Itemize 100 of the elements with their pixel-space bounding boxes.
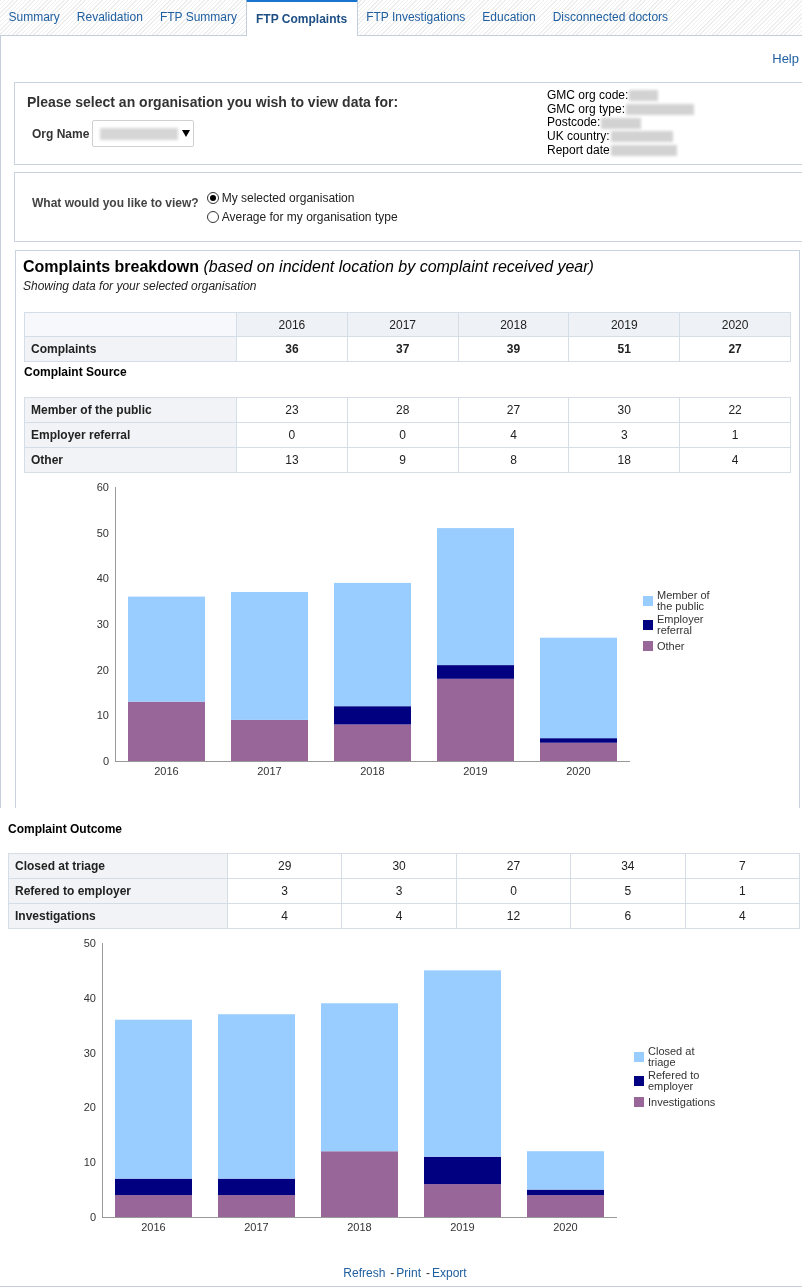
column-header: 2016 <box>236 312 348 337</box>
separator-text: - <box>426 1266 430 1280</box>
table-cell: 9 <box>347 447 459 473</box>
section-heading: Complaint Source <box>24 365 128 379</box>
row-header: Refered to employer <box>8 878 228 904</box>
legend-label: Investigations <box>648 1096 717 1108</box>
table-cell: 4 <box>341 903 457 929</box>
footer-link[interactable]: Print <box>396 1266 421 1280</box>
y-tick-label: 40 <box>96 572 109 585</box>
table-cell: 4 <box>679 447 791 473</box>
legend-label: Closed at triage <box>648 1046 696 1068</box>
y-tick-label: 0 <box>102 755 109 767</box>
org-name-label: Org Name <box>32 125 90 143</box>
y-tick-label: 20 <box>83 1101 96 1114</box>
section-title: Complaints breakdown (based on incident location by complaint received year) <box>23 257 595 276</box>
view-question-label: What would you like to view? <box>32 196 199 210</box>
separator-text: - <box>390 1266 395 1280</box>
y-tick-label: 30 <box>96 618 109 630</box>
table-cell: 0 <box>236 422 348 448</box>
table-cell: 1 <box>679 422 791 448</box>
radio-button[interactable] <box>206 210 219 223</box>
row-header: Employer referral <box>24 422 237 448</box>
legend-label: Other <box>657 640 686 652</box>
table-cell: 0 <box>456 878 571 904</box>
table-cell: 23 <box>236 397 348 423</box>
org-detail-label: UK country: <box>547 130 610 144</box>
x-axis-label: 2020 <box>566 765 591 777</box>
table-cell: 4 <box>227 903 342 929</box>
table-cell: 3 <box>227 878 342 904</box>
table-cell: 3 <box>568 422 680 448</box>
x-axis-label: 2020 <box>553 1221 578 1233</box>
table-cell: 1 <box>685 878 800 904</box>
column-header: 2020 <box>679 312 791 337</box>
x-axis-label: 2017 <box>257 765 282 777</box>
x-axis-label: 2019 <box>450 1221 475 1233</box>
org-select-prompt: Please select an organisation you wish to view data for: <box>27 94 399 110</box>
table-cell: 27 <box>679 336 791 362</box>
legend-label: Refered to employer <box>648 1070 701 1092</box>
table-cell: 5 <box>570 878 686 904</box>
row-header: Other <box>24 447 237 473</box>
footer-link[interactable]: Export <box>432 1266 467 1280</box>
section-subtitle: Showing data for your selected organisation <box>23 279 258 293</box>
y-tick-label: 10 <box>83 1156 96 1169</box>
column-header: 2017 <box>347 312 459 337</box>
radio-option[interactable]: My selected organisation <box>206 188 398 207</box>
tab[interactable]: FTP Summary <box>151 0 246 35</box>
table-cell: 18 <box>568 447 680 473</box>
y-tick-label: 50 <box>96 526 109 539</box>
tab[interactable]: Disconnected doctors <box>544 0 677 35</box>
table-cell: 51 <box>568 336 680 362</box>
x-axis-label: 2016 <box>141 1221 166 1233</box>
table-cell: 8 <box>458 447 569 473</box>
table-cell: 39 <box>458 336 569 362</box>
table-cell: 6 <box>570 903 686 929</box>
y-tick-label: 50 <box>83 937 96 949</box>
tab[interactable]: Education <box>473 0 545 35</box>
table-cell: 30 <box>341 853 457 879</box>
column-header: 2019 <box>568 312 680 337</box>
row-header: Member of the public <box>24 397 237 423</box>
tab[interactable]: Summary <box>0 0 69 35</box>
table-cell: 29 <box>227 853 342 879</box>
help-link[interactable]: Help <box>772 49 799 69</box>
row-header: Complaints <box>24 336 237 362</box>
x-axis-label: 2018 <box>347 1221 372 1233</box>
legend-label: Employer referral <box>657 614 705 636</box>
tab[interactable]: FTP Complaints <box>245 0 358 36</box>
table-cell: 22 <box>679 397 791 423</box>
column-header: 2018 <box>458 312 569 337</box>
org-detail-label: GMC org code: <box>547 89 629 103</box>
table-cell: 27 <box>456 853 571 879</box>
legend-label: Member of the public <box>657 590 711 612</box>
y-tick-label: 0 <box>89 1211 96 1223</box>
table-cell: 0 <box>347 422 459 448</box>
org-detail-label: Postcode: <box>547 116 601 131</box>
table-cell: 4 <box>685 903 800 929</box>
radio-button[interactable] <box>206 191 219 204</box>
y-tick-label: 20 <box>96 663 109 676</box>
blurred-value <box>610 131 673 143</box>
x-axis-label: 2017 <box>244 1221 269 1233</box>
tab[interactable]: FTP Investigations <box>357 0 474 35</box>
table-cell: 7 <box>685 853 800 879</box>
row-header: Closed at triage <box>8 853 228 879</box>
x-axis-label: 2019 <box>463 765 488 777</box>
table-cell: 12 <box>456 903 571 929</box>
caret-icon <box>182 130 191 137</box>
row-header: Investigations <box>8 903 228 929</box>
table-cell: 4 <box>458 422 569 448</box>
x-axis-label: 2016 <box>154 765 179 777</box>
tab[interactable]: Revalidation <box>68 0 152 35</box>
blurred-value <box>610 145 677 157</box>
table-cell: 13 <box>236 447 348 473</box>
y-tick-label: 30 <box>83 1046 96 1059</box>
y-tick-label: 40 <box>83 991 96 1004</box>
table-cell: 3 <box>341 878 457 904</box>
y-tick-label: 60 <box>96 481 109 493</box>
radio-option[interactable]: Average for my organisation type <box>206 207 398 226</box>
y-tick-label: 10 <box>96 709 109 722</box>
table-cell: 37 <box>347 336 459 362</box>
table-cell: 30 <box>568 397 680 423</box>
footer-link[interactable]: Refresh <box>343 1266 386 1280</box>
